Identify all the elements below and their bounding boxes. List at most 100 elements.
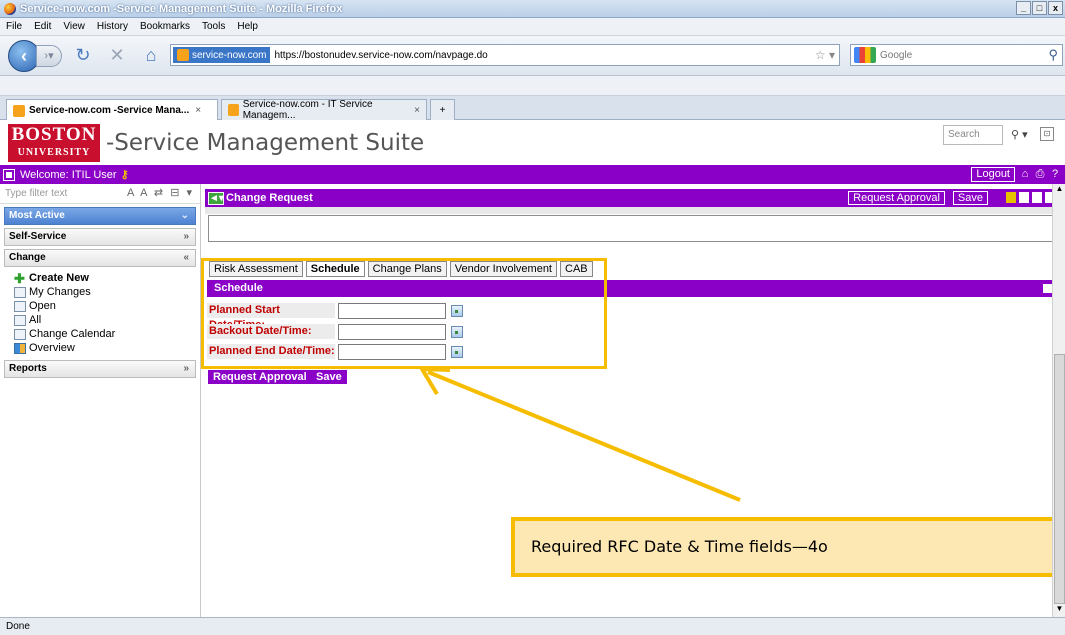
scroll-thumb[interactable]	[1054, 354, 1065, 604]
url-text: https://bostonudev.service-now.com/navpa…	[274, 49, 488, 61]
window-controls: _ □ x	[1016, 1, 1063, 15]
request-approval-button[interactable]: Request Approval	[848, 191, 945, 205]
site-identity-button[interactable]: service-now.com	[173, 47, 271, 63]
form-header-icons	[1006, 192, 1055, 203]
logo-line2: UNIVERSITY	[17, 147, 91, 158]
back-arrow-icon[interactable]: ◄▾	[208, 191, 224, 205]
collapse-section-icon[interactable]	[1043, 284, 1052, 293]
nav-create-new[interactable]: ✚ Create New	[14, 271, 200, 285]
nav-overview[interactable]: Overview	[14, 341, 200, 355]
bookmark-star-icon[interactable]: ☆ ▾	[815, 48, 835, 62]
menu-help[interactable]: Help	[237, 21, 258, 32]
menu-bookmarks[interactable]: Bookmarks	[140, 21, 190, 32]
annotation-callout: Required RFC Date & Time fields—4o	[511, 517, 1056, 577]
welcome-text: Welcome: ITIL User	[20, 168, 117, 181]
browser-tab-1[interactable]: Service-now.com -Service Mana... ×	[6, 99, 218, 121]
menu-bar: File Edit View History Bookmarks Tools H…	[0, 18, 1065, 36]
list-icon	[14, 314, 26, 326]
browser-tab-bar: Service-now.com -Service Mana... × Servi…	[0, 96, 1065, 121]
site-favicon-icon	[177, 49, 189, 61]
search-icon[interactable]: ⚲	[1048, 47, 1058, 63]
section-label: Reports	[9, 363, 47, 374]
bottom-request-approval-button[interactable]: Request Approval	[208, 370, 312, 384]
reload-icon[interactable]: ↻	[70, 43, 96, 69]
home-icon[interactable]: ⌂	[1019, 168, 1031, 180]
nav-all[interactable]: All	[14, 313, 200, 327]
save-button[interactable]: Save	[952, 191, 988, 205]
overview-icon	[14, 342, 26, 354]
tab-close-icon[interactable]: ×	[414, 105, 420, 116]
minimize-button[interactable]: _	[1016, 1, 1031, 15]
bookmarks-toolbar	[0, 76, 1065, 96]
create-new-icon: ✚	[14, 270, 25, 286]
section-change[interactable]: Change «	[4, 249, 196, 267]
key-icon[interactable]: ⚷	[121, 168, 129, 181]
web-search-box[interactable]: Google ⚲	[850, 44, 1063, 66]
menu-file[interactable]: File	[6, 21, 22, 32]
menu-history[interactable]: History	[97, 21, 128, 32]
expand-icon[interactable]: ⊡	[1040, 127, 1054, 141]
section-self-service[interactable]: Self-Service »	[4, 228, 196, 246]
menu-edit[interactable]: Edit	[34, 21, 51, 32]
stop-icon[interactable]: ✕	[104, 43, 130, 69]
navigator-tools[interactable]: A A ⇄ ⊟ ▾	[127, 186, 194, 199]
highlight-box	[201, 258, 607, 369]
tab-label: Service-now.com - IT Service Managem...	[242, 99, 373, 121]
scroll-down-icon[interactable]: ▼	[1053, 604, 1065, 617]
tab-label: Service-now.com -Service Mana...	[29, 105, 190, 116]
section-most-active[interactable]: Most Active ⌄	[4, 207, 196, 225]
close-window-button[interactable]: x	[1048, 1, 1063, 15]
maximize-button[interactable]: □	[1032, 1, 1047, 15]
url-bar[interactable]: service-now.com https://bostonudev.servi…	[170, 44, 840, 66]
chevron-down-icon[interactable]: »	[183, 361, 189, 377]
new-tab-button[interactable]: +	[430, 99, 455, 120]
nav-change-calendar[interactable]: Change Calendar	[14, 327, 200, 341]
work-notes-strip	[205, 207, 1057, 214]
filter-placeholder: Type filter text	[5, 188, 68, 199]
chevron-up-icon[interactable]: «	[183, 250, 189, 266]
form-header: ◄▾ Change Request Request Approval Save	[205, 189, 1057, 207]
nav-item-label: Open	[29, 300, 56, 312]
nav-toggle-icon[interactable]	[3, 168, 15, 181]
google-icon[interactable]	[854, 47, 876, 63]
nav-item-label: Change Calendar	[29, 328, 116, 340]
help-icon[interactable]: ?	[1049, 168, 1061, 180]
scroll-up-icon[interactable]: ▲	[1053, 184, 1065, 197]
bottom-save-button[interactable]: Save	[311, 370, 347, 384]
context-menu-icon[interactable]	[1019, 192, 1029, 203]
firefox-icon	[4, 2, 16, 15]
status-text: Done	[6, 621, 30, 632]
menu-view[interactable]: View	[63, 21, 85, 32]
work-notes-textarea[interactable]	[208, 215, 1056, 242]
form-title: Change Request	[226, 192, 313, 204]
list-icon	[14, 300, 26, 312]
nav-item-label: Overview	[29, 342, 75, 354]
chevron-down-icon[interactable]: »	[183, 229, 189, 245]
global-search-input[interactable]: Search	[943, 125, 1003, 145]
search-icon[interactable]: ⚲ ▾	[1011, 128, 1028, 141]
header-icons: ⌂ ⎙ ?	[1019, 168, 1061, 180]
browser-tab-2[interactable]: Service-now.com - IT Service Managem... …	[221, 99, 427, 121]
tab-close-icon[interactable]: ×	[195, 105, 201, 116]
tab-favicon-icon	[13, 104, 25, 117]
nav-open[interactable]: Open	[14, 299, 200, 313]
nav-item-label: My Changes	[29, 286, 91, 298]
change-module-list: ✚ Create New My Changes Open All Change …	[0, 267, 200, 357]
menu-tools[interactable]: Tools	[202, 21, 225, 32]
nav-item-label: Create New	[29, 272, 89, 284]
section-reports[interactable]: Reports »	[4, 360, 196, 378]
logout-button[interactable]: Logout	[971, 167, 1015, 182]
web-search-placeholder: Google	[880, 49, 913, 61]
welcome-bar: Welcome: ITIL User ⚷ Logout ⌂ ⎙ ?	[0, 165, 1065, 184]
attachment-icon[interactable]	[1006, 192, 1016, 203]
print-icon[interactable]: ⎙	[1034, 168, 1046, 180]
vertical-scrollbar[interactable]: ▲ ▼	[1052, 184, 1065, 617]
nav-my-changes[interactable]: My Changes	[14, 285, 200, 299]
home-icon[interactable]: ⌂	[138, 43, 164, 69]
chevron-down-icon[interactable]: ⌄	[181, 208, 189, 224]
page-header: BOSTON UNIVERSITY -Service Management Su…	[0, 120, 1065, 165]
forward-button[interactable]: ›▾	[36, 44, 62, 67]
status-bar: Done	[0, 617, 1065, 635]
section-label: Change	[9, 252, 46, 263]
split-view-icon[interactable]	[1032, 192, 1042, 203]
